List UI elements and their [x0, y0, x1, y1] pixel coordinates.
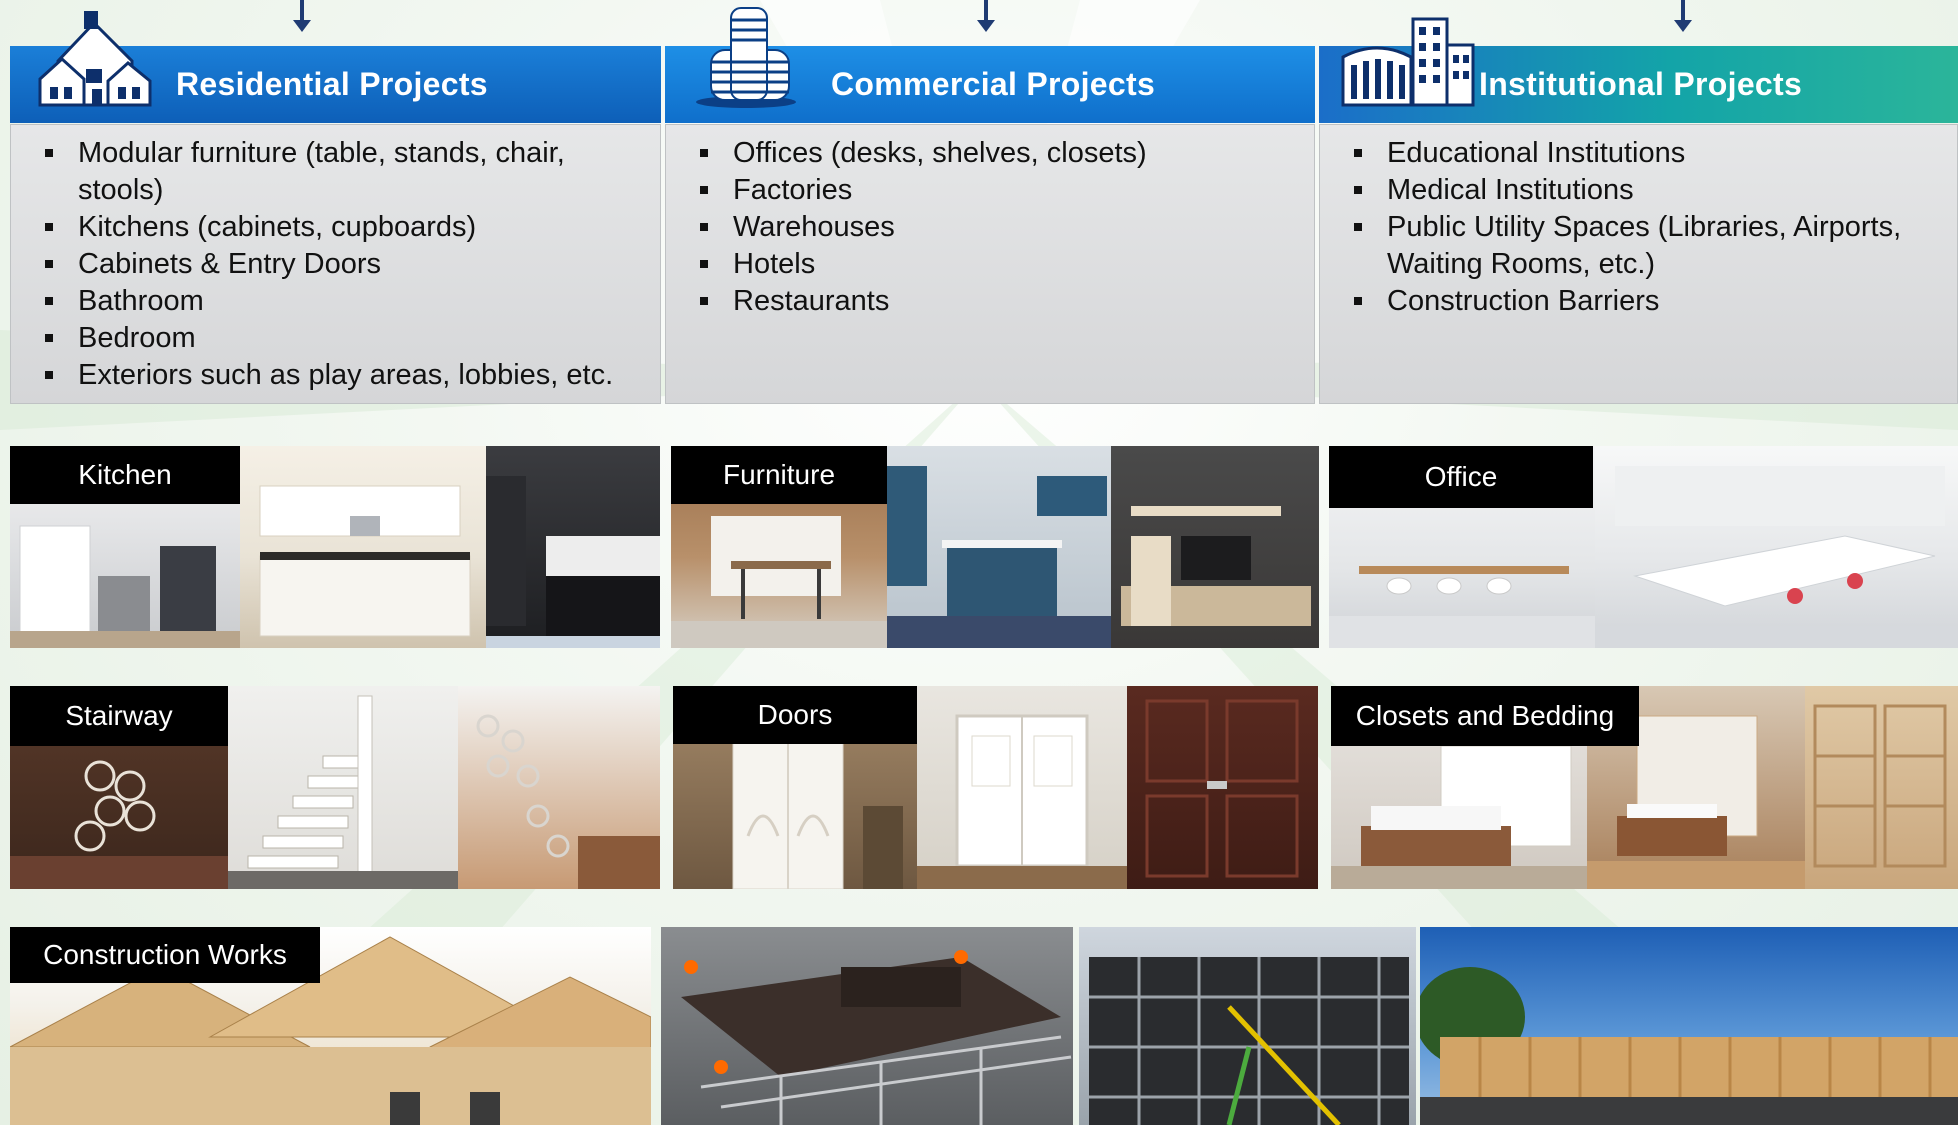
construction-tile-roofs: Construction Works [10, 927, 651, 1125]
office-label: Office [1329, 446, 1593, 508]
construction-tile-barrier [1420, 927, 1958, 1125]
furniture-photo-3 [1111, 446, 1319, 648]
list-item: Construction Barriers [1340, 283, 1937, 320]
list-item: Educational Institutions [1340, 135, 1937, 172]
arrow-residential [293, 0, 311, 32]
kitchen-photo-3 [486, 446, 660, 648]
furniture-photo-2 [887, 446, 1111, 648]
residential-list: Modular furniture (table, stands, chair,… [10, 124, 661, 404]
doors-tile: Doors [673, 686, 1318, 889]
doors-label: Doors [673, 686, 917, 744]
list-item: Hotels [686, 246, 1294, 283]
institutional-header: Institutional Projects [1319, 17, 1958, 123]
residential-title: Residential Projects [176, 66, 488, 102]
stairway-label: Stairway [10, 686, 228, 746]
construction-photo-formwork [661, 927, 1073, 1125]
office-photo-2 [1595, 446, 1958, 648]
arrow-institutional [1674, 0, 1692, 32]
list-item: Modular furniture (table, stands, chair,… [31, 135, 640, 209]
list-item: Medical Institutions [1340, 172, 1937, 209]
kitchen-label: Kitchen [10, 446, 240, 504]
construction-tile-wall [1079, 927, 1416, 1125]
office-tile: Office [1329, 446, 1958, 648]
list-item: Factories [686, 172, 1294, 209]
stairway-photo-3 [458, 686, 660, 889]
houses-icon [36, 9, 156, 117]
furniture-tile: Furniture [671, 446, 1319, 648]
residential-header: Residential Projects [10, 11, 661, 123]
construction-label: Construction Works [10, 927, 320, 983]
list-item: Offices (desks, shelves, closets) [686, 135, 1294, 172]
construction-tile-formwork [661, 927, 1073, 1125]
commercial-list: Offices (desks, shelves, closets) Factor… [665, 124, 1315, 404]
institutional-title: Institutional Projects [1479, 66, 1803, 102]
list-item: Public Utility Spaces (Libraries, Airpor… [1340, 209, 1937, 283]
commercial-title: Commercial Projects [831, 66, 1156, 102]
list-item: Bedroom [31, 320, 640, 357]
construction-photo-barrier [1420, 927, 1958, 1125]
list-item: Kitchens (cabinets, cupboards) [31, 209, 640, 246]
institution-buildings-icon [1337, 9, 1477, 117]
doors-photo-2 [917, 686, 1127, 889]
closets-label: Closets and Bedding [1331, 686, 1639, 746]
closets-photo-3 [1805, 686, 1958, 889]
list-item: Exteriors such as play areas, lobbies, e… [31, 357, 640, 394]
kitchen-photo-2 [240, 446, 486, 648]
list-item: Cabinets & Entry Doors [31, 246, 640, 283]
arrow-commercial [977, 0, 995, 32]
list-item: Warehouses [686, 209, 1294, 246]
commercial-header: Commercial Projects [665, 7, 1315, 123]
closets-tile: Closets and Bedding [1331, 686, 1958, 889]
institutional-list: Educational Institutions Medical Institu… [1319, 124, 1958, 404]
list-item: Bathroom [31, 283, 640, 320]
doors-photo-3 [1127, 686, 1318, 889]
construction-photo-wall [1079, 927, 1416, 1125]
office-tower-icon [691, 4, 801, 117]
list-item: Restaurants [686, 283, 1294, 320]
kitchen-tile: Kitchen [10, 446, 660, 648]
furniture-label: Furniture [671, 446, 887, 504]
stairway-tile: Stairway [10, 686, 660, 889]
stairway-photo-2 [228, 686, 458, 889]
